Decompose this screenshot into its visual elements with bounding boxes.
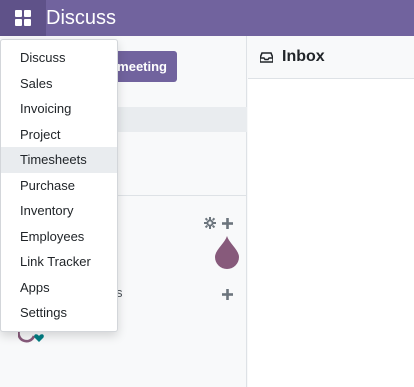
gear-icon[interactable]	[204, 216, 216, 234]
menu-item-sales[interactable]: Sales	[1, 71, 117, 97]
apps-dropdown-menu: Discuss Sales Invoicing Project Timeshee…	[0, 39, 118, 332]
app-brand[interactable]: Discuss	[46, 0, 116, 36]
main-panel: Inbox	[248, 36, 414, 387]
channel-avatar[interactable]	[215, 236, 239, 274]
menu-item-purchase[interactable]: Purchase	[1, 173, 117, 199]
menu-item-employees[interactable]: Employees	[1, 224, 117, 250]
grid-icon	[15, 10, 31, 26]
apps-menu-toggle[interactable]	[0, 0, 46, 36]
menu-item-settings[interactable]: Settings	[1, 300, 117, 326]
thread-header: Inbox	[248, 36, 414, 79]
thread-title: Inbox	[282, 48, 325, 65]
add-channel-icon[interactable]	[222, 216, 233, 234]
add-direct-message-icon[interactable]	[222, 287, 233, 305]
menu-item-apps[interactable]: Apps	[1, 275, 117, 301]
menu-item-invoicing[interactable]: Invoicing	[1, 96, 117, 122]
menu-item-discuss[interactable]: Discuss	[1, 45, 117, 71]
menu-item-project[interactable]: Project	[1, 122, 117, 148]
menu-item-link-tracker[interactable]: Link Tracker	[1, 249, 117, 275]
menu-item-timesheets[interactable]: Timesheets	[1, 147, 117, 173]
inbox-icon	[260, 51, 273, 63]
top-navbar: Discuss	[0, 0, 414, 36]
menu-item-inventory[interactable]: Inventory	[1, 198, 117, 224]
